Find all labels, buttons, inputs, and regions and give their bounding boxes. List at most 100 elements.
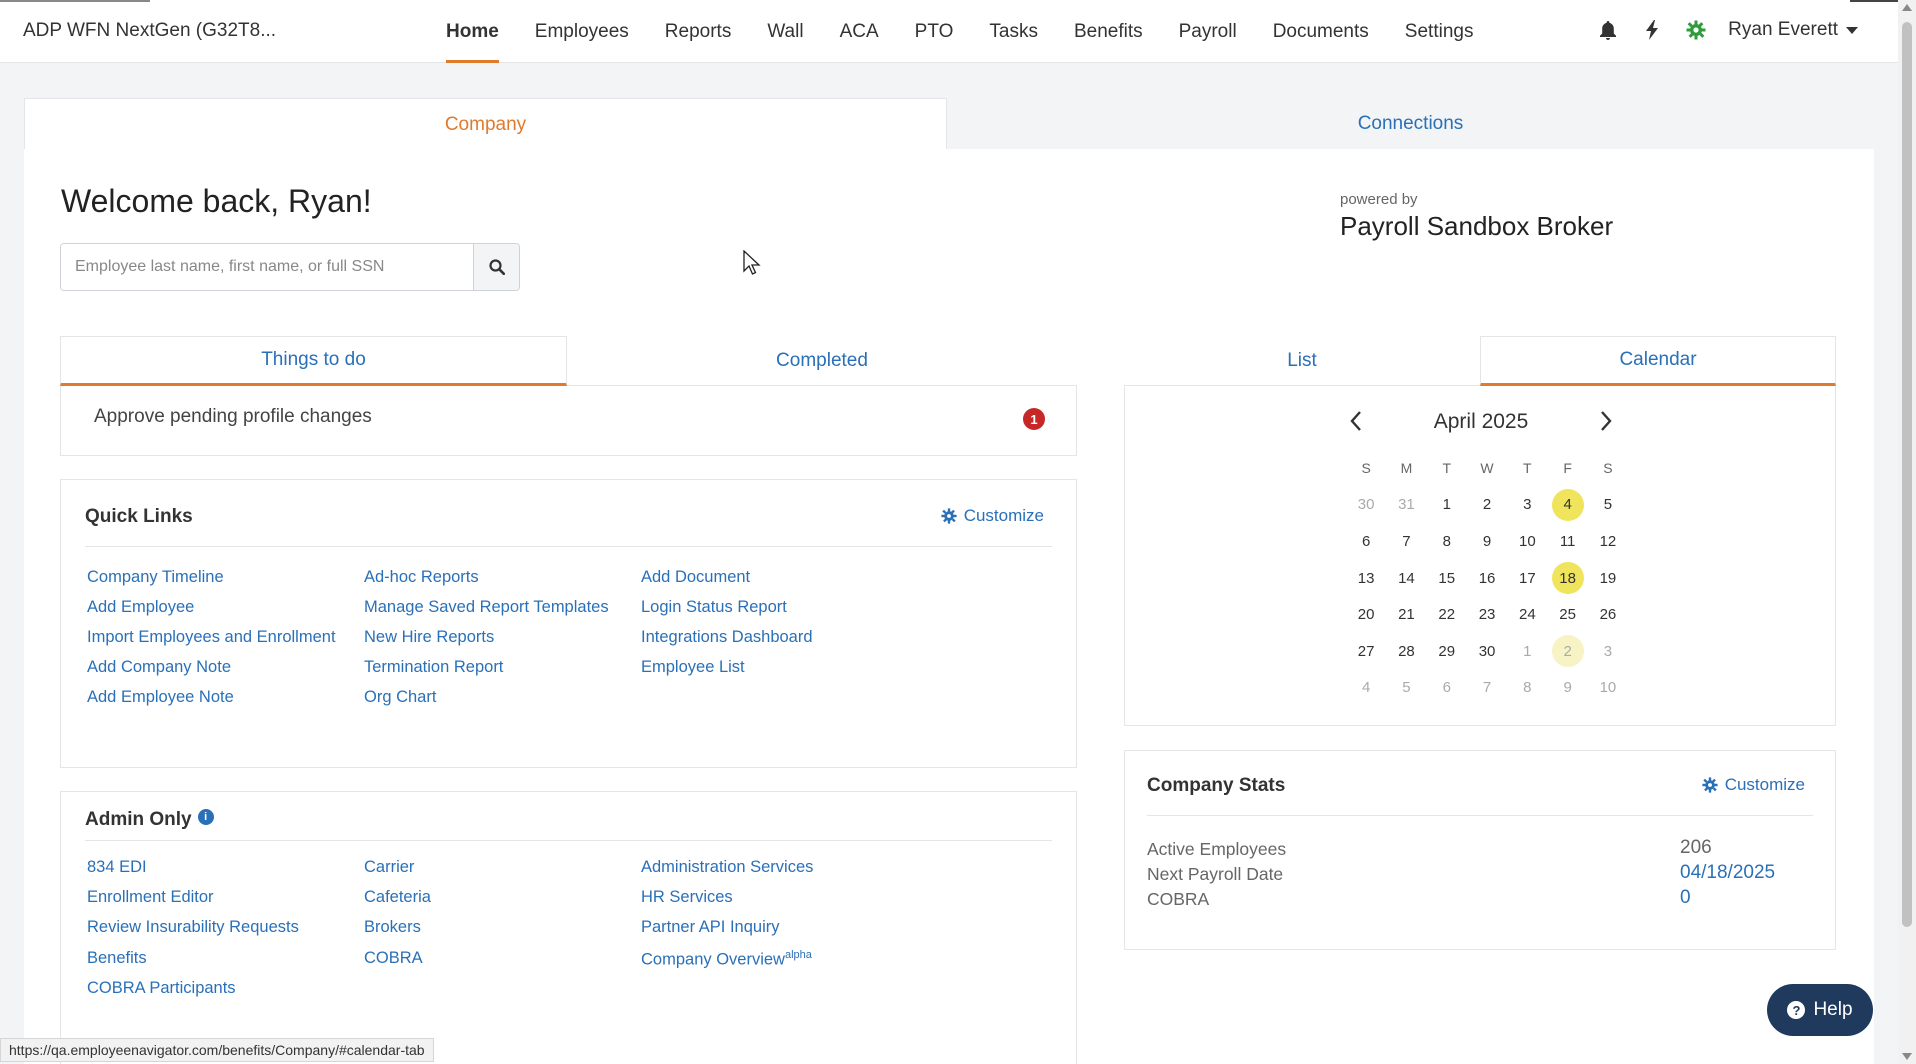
nav-item-tasks[interactable]: Tasks [971, 0, 1056, 63]
calendar-day[interactable]: 11 [1552, 525, 1584, 557]
calendar-day[interactable]: 1 [1511, 635, 1543, 667]
nav-item-employees[interactable]: Employees [517, 0, 647, 63]
quick-link-termination-report[interactable]: Termination Report [364, 658, 503, 677]
quick-link-integrations-dashboard[interactable]: Integrations Dashboard [641, 628, 813, 647]
calendar-day[interactable]: 6 [1431, 672, 1463, 704]
calendar-day[interactable]: 15 [1431, 562, 1463, 594]
admin-link-carrier[interactable]: Carrier [364, 858, 414, 877]
app-title[interactable]: ADP WFN NextGen (G32T8... [23, 20, 276, 42]
tab-calendar[interactable]: Calendar [1480, 336, 1836, 386]
calendar-day[interactable]: 9 [1471, 525, 1503, 557]
admin-link-benefits[interactable]: Benefits [87, 949, 147, 968]
calendar-day[interactable]: 3 [1511, 489, 1543, 521]
company-stats-customize-button[interactable]: Customize [1702, 775, 1805, 795]
admin-link-hr-services[interactable]: HR Services [641, 888, 733, 907]
admin-link-834-edi[interactable]: 834 EDI [87, 858, 147, 877]
quick-link-manage-saved-report-templates[interactable]: Manage Saved Report Templates [364, 598, 609, 617]
admin-link-brokers[interactable]: Brokers [364, 918, 421, 937]
nav-item-settings[interactable]: Settings [1387, 0, 1492, 63]
calendar-day[interactable]: 6 [1350, 525, 1382, 557]
calendar-day[interactable]: 18 [1551, 562, 1584, 595]
admin-link-review-insurability-requests[interactable]: Review Insurability Requests [87, 918, 299, 937]
admin-link-cobra-participants[interactable]: COBRA Participants [87, 979, 236, 998]
help-button[interactable]: ? Help [1767, 984, 1873, 1036]
lightning-icon[interactable] [1640, 18, 1664, 42]
calendar-day[interactable]: 30 [1471, 635, 1503, 667]
tab-completed[interactable]: Completed [567, 336, 1077, 386]
quick-link-new-hire-reports[interactable]: New Hire Reports [364, 628, 494, 647]
calendar-day[interactable]: 10 [1592, 672, 1624, 704]
calendar-day[interactable]: 17 [1511, 562, 1543, 594]
admin-link-administration-services[interactable]: Administration Services [641, 858, 813, 877]
gear-icon[interactable] [1684, 18, 1708, 42]
calendar-day[interactable]: 2 [1471, 489, 1503, 521]
calendar-day[interactable]: 29 [1431, 635, 1463, 667]
stat-value-next-payroll-date[interactable]: 04/18/2025 [1680, 862, 1775, 884]
info-icon[interactable]: i [197, 809, 214, 825]
tab-company[interactable]: Company [24, 98, 947, 150]
nav-item-wall[interactable]: Wall [749, 0, 821, 63]
calendar-day[interactable]: 5 [1390, 672, 1422, 704]
chevron-left-icon[interactable] [1349, 410, 1363, 437]
quick-link-add-employee-note[interactable]: Add Employee Note [87, 688, 234, 707]
calendar-day[interactable]: 20 [1350, 599, 1382, 631]
nav-item-home[interactable]: Home [428, 0, 517, 63]
quick-link-employee-list[interactable]: Employee List [641, 658, 745, 677]
calendar-day[interactable]: 24 [1511, 599, 1543, 631]
calendar-day[interactable]: 4 [1551, 488, 1584, 521]
tab-list[interactable]: List [1124, 336, 1480, 386]
calendar-day[interactable]: 9 [1552, 672, 1584, 704]
quick-link-add-company-note[interactable]: Add Company Note [87, 658, 231, 677]
nav-item-payroll[interactable]: Payroll [1161, 0, 1255, 63]
admin-link-partner-api-inquiry[interactable]: Partner API Inquiry [641, 918, 780, 937]
nav-item-benefits[interactable]: Benefits [1056, 0, 1161, 63]
quick-link-import-employees-and-enrollment[interactable]: Import Employees and Enrollment [87, 628, 336, 647]
calendar-day[interactable]: 5 [1592, 489, 1624, 521]
scrollbar-thumb[interactable] [1902, 22, 1912, 927]
tab-connections[interactable]: Connections [947, 98, 1874, 150]
admin-link-company-overview[interactable]: Company Overviewalpha [641, 949, 812, 970]
employee-search-input[interactable] [61, 244, 473, 290]
calendar-day[interactable]: 26 [1592, 599, 1624, 631]
calendar-day[interactable]: 19 [1592, 562, 1624, 594]
nav-item-aca[interactable]: ACA [822, 0, 897, 63]
admin-link-cobra[interactable]: COBRA [364, 949, 423, 968]
calendar-day[interactable]: 14 [1390, 562, 1422, 594]
quick-link-login-status-report[interactable]: Login Status Report [641, 598, 787, 617]
calendar-day[interactable]: 8 [1511, 672, 1543, 704]
calendar-day[interactable]: 25 [1552, 599, 1584, 631]
quick-link-ad-hoc-reports[interactable]: Ad-hoc Reports [364, 568, 479, 587]
nav-item-documents[interactable]: Documents [1255, 0, 1387, 63]
calendar-day[interactable]: 3 [1592, 635, 1624, 667]
calendar-day[interactable]: 2 [1551, 635, 1584, 668]
calendar-day[interactable]: 27 [1350, 635, 1382, 667]
calendar-day[interactable]: 22 [1431, 599, 1463, 631]
calendar-day[interactable]: 8 [1431, 525, 1463, 557]
quick-links-customize-button[interactable]: Customize [941, 506, 1044, 526]
calendar-day[interactable]: 1 [1431, 489, 1463, 521]
admin-link-enrollment-editor[interactable]: Enrollment Editor [87, 888, 214, 907]
quick-link-add-employee[interactable]: Add Employee [87, 598, 194, 617]
bell-icon[interactable] [1596, 18, 1620, 42]
admin-link-cafeteria[interactable]: Cafeteria [364, 888, 431, 907]
calendar-day[interactable]: 13 [1350, 562, 1382, 594]
quick-link-add-document[interactable]: Add Document [641, 568, 750, 587]
quick-link-org-chart[interactable]: Org Chart [364, 688, 436, 707]
calendar-day[interactable]: 28 [1390, 635, 1422, 667]
stat-value-cobra[interactable]: 0 [1680, 887, 1691, 909]
nav-item-pto[interactable]: PTO [897, 0, 972, 63]
calendar-day[interactable]: 21 [1390, 599, 1422, 631]
calendar-day[interactable]: 16 [1471, 562, 1503, 594]
calendar-day[interactable]: 10 [1511, 525, 1543, 557]
tab-things-to-do[interactable]: Things to do [60, 336, 567, 386]
calendar-day[interactable]: 7 [1390, 525, 1422, 557]
calendar-day[interactable]: 23 [1471, 599, 1503, 631]
calendar-day[interactable]: 7 [1471, 672, 1503, 704]
calendar-day[interactable]: 4 [1350, 672, 1382, 704]
todo-item-approve-profile-changes[interactable]: Approve pending profile changes [94, 406, 372, 428]
calendar-day[interactable]: 12 [1592, 525, 1624, 557]
calendar-day[interactable]: 31 [1390, 489, 1422, 521]
nav-item-reports[interactable]: Reports [647, 0, 750, 63]
vertical-scrollbar[interactable] [1898, 0, 1916, 1064]
user-menu[interactable]: Ryan Everett [1728, 19, 1858, 41]
